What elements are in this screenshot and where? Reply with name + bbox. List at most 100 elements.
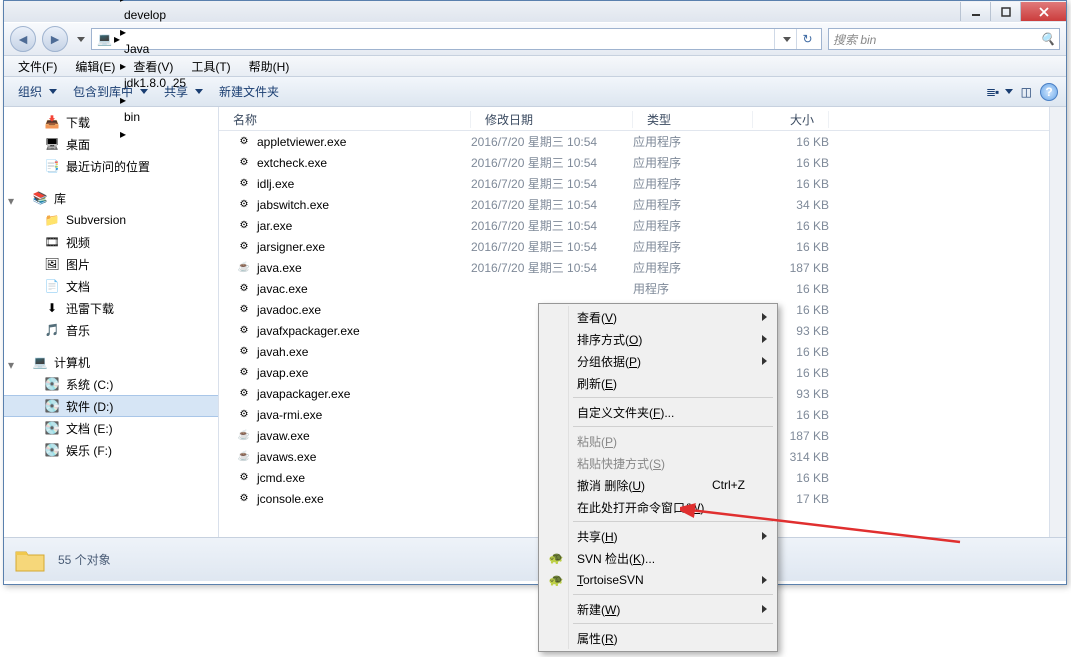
share-button[interactable]: 共享: [158, 80, 209, 103]
sidebar-item[interactable]: 📑最近访问的位置: [4, 155, 218, 177]
file-date: 2016/7/20 星期三 10:54: [471, 259, 633, 276]
address-bar[interactable]: 💻 ▸ 计算机▸软件 (D:)▸develop▸Java▸jdk1.8.0_25…: [91, 28, 822, 50]
file-row[interactable]: ⚙extcheck.exe2016/7/20 星期三 10:54应用程序16 K…: [219, 152, 1049, 173]
ctx-tortoisesvn[interactable]: 🐢TortoiseSVN: [541, 569, 775, 591]
sidebar-item[interactable]: 📁 Subversion: [4, 209, 218, 231]
sidebar-item[interactable]: 💽娱乐 (F:): [4, 439, 218, 461]
chevron-down-icon[interactable]: ▾: [8, 358, 17, 367]
minimize-button[interactable]: [960, 2, 990, 21]
sidebar-header[interactable]: ▾💻计算机: [4, 351, 218, 373]
refresh-button[interactable]: ↻: [796, 29, 818, 49]
scrollbar[interactable]: [1049, 107, 1066, 537]
column-type[interactable]: 类型: [633, 111, 753, 128]
breadcrumb-item[interactable]: develop: [120, 5, 190, 25]
ctx-svn-checkout[interactable]: 🐢SVN 检出(K)...: [541, 547, 775, 569]
file-icon: ⚙: [237, 408, 251, 422]
svn-icon: 🐢: [547, 551, 565, 565]
ctx-refresh[interactable]: 刷新(E): [541, 372, 775, 394]
body: 📥下载🖥桌面📑最近访问的位置 ▾📚库 📁 Subversion 🎞视频🖼图片📄文档⬇迅雷…: [4, 107, 1066, 537]
back-button[interactable]: ◄: [10, 26, 36, 52]
ctx-share[interactable]: 共享(H): [541, 525, 775, 547]
item-label: 文档: [66, 278, 90, 295]
file-date: 2016/7/20 星期三 10:54: [471, 238, 633, 255]
file-type: 应用程序: [633, 259, 753, 276]
chevron-right-icon: [762, 332, 767, 346]
file-icon: ⚙: [237, 387, 251, 401]
ctx-sort[interactable]: 排序方式(O): [541, 328, 775, 350]
menu-item[interactable]: 编辑(E): [67, 56, 123, 77]
sidebar-item[interactable]: 🎵音乐: [4, 319, 218, 341]
help-button[interactable]: ?: [1040, 83, 1058, 101]
file-row[interactable]: ⚙idlj.exe2016/7/20 星期三 10:54应用程序16 KB: [219, 173, 1049, 194]
sidebar-item[interactable]: ⬇迅雷下载: [4, 297, 218, 319]
nav-row: ◄ ► 💻 ▸ 计算机▸软件 (D:)▸develop▸Java▸jdk1.8.…: [4, 22, 1066, 56]
ctx-undo[interactable]: 撤消 删除(U)Ctrl+Z: [541, 474, 775, 496]
file-row[interactable]: ⚙jar.exe2016/7/20 星期三 10:54应用程序16 KB: [219, 215, 1049, 236]
chevron-right-icon[interactable]: ▸: [120, 25, 126, 39]
organize-button[interactable]: 组织: [12, 80, 63, 103]
file-row[interactable]: ⚙javac.exe用程序16 KB: [219, 278, 1049, 299]
file-name: javaw.exe: [257, 429, 310, 443]
file-date: 2016/7/20 星期三 10:54: [471, 175, 633, 192]
include-in-library-button[interactable]: 包含到库中: [67, 80, 154, 103]
sidebar-item[interactable]: 🎞视频: [4, 231, 218, 253]
file-date: 2016/7/20 星期三 10:54: [471, 133, 633, 150]
sidebar-item[interactable]: 💽软件 (D:): [4, 395, 218, 417]
menu-item[interactable]: 文件(F): [10, 56, 65, 77]
column-size[interactable]: 大小: [753, 111, 829, 128]
file-icon: ⚙: [237, 282, 251, 296]
menu-item[interactable]: 帮助(H): [241, 56, 298, 77]
chevron-down-icon[interactable]: ▾: [8, 194, 17, 203]
sidebar-item[interactable]: 🖥桌面: [4, 133, 218, 155]
chevron-right-icon[interactable]: ▸: [120, 0, 126, 5]
ctx-paste: 粘贴(P): [541, 430, 775, 452]
new-folder-button[interactable]: 新建文件夹: [213, 80, 285, 103]
file-name: jar.exe: [257, 219, 292, 233]
status-bar: 55 个对象: [4, 537, 1066, 581]
sidebar-item[interactable]: 📄文档: [4, 275, 218, 297]
file-type: 应用程序: [633, 238, 753, 255]
menu-item[interactable]: 工具(T): [183, 56, 238, 77]
file-row[interactable]: ⚙jabswitch.exe2016/7/20 星期三 10:54应用程序34 …: [219, 194, 1049, 215]
item-icon: 📁: [44, 212, 60, 228]
search-placeholder: 搜索 bin: [833, 31, 876, 48]
ctx-open-cmd[interactable]: 在此处打开命令窗口(W): [541, 496, 775, 518]
column-name[interactable]: 名称: [219, 111, 471, 128]
sidebar-item[interactable]: 💽系统 (C:): [4, 373, 218, 395]
sidebar-item[interactable]: 💽文档 (E:): [4, 417, 218, 439]
ctx-view[interactable]: 查看(V): [541, 306, 775, 328]
file-icon: ⚙: [237, 345, 251, 359]
chevron-right-icon: [762, 573, 767, 587]
file-row[interactable]: ⚙jarsigner.exe2016/7/20 星期三 10:54应用程序16 …: [219, 236, 1049, 257]
ctx-group[interactable]: 分组依据(P): [541, 350, 775, 372]
search-input[interactable]: 搜索 bin 🔍: [828, 28, 1060, 50]
item-label: 桌面: [66, 136, 90, 153]
maximize-button[interactable]: [990, 2, 1020, 21]
column-date[interactable]: 修改日期: [471, 111, 633, 128]
ctx-customize[interactable]: 自定义文件夹(F)...: [541, 401, 775, 423]
sidebar-header[interactable]: ▾📚库: [4, 187, 218, 209]
ctx-properties[interactable]: 属性(R): [541, 627, 775, 649]
address-history-button[interactable]: [774, 29, 796, 49]
item-label: Subversion: [66, 213, 126, 227]
file-name: javafxpackager.exe: [257, 324, 360, 338]
item-label: 娱乐 (F:): [66, 442, 112, 459]
ctx-new[interactable]: 新建(W): [541, 598, 775, 620]
menu-item[interactable]: 查看(V): [125, 56, 181, 77]
separator: [573, 594, 773, 595]
view-icon: ≣▪: [986, 85, 998, 99]
forward-button[interactable]: ►: [42, 26, 68, 52]
file-icon: ☕: [237, 261, 251, 275]
history-dropdown[interactable]: [77, 37, 85, 42]
file-row[interactable]: ⚙appletviewer.exe2016/7/20 星期三 10:54应用程序…: [219, 131, 1049, 152]
item-label: 系统 (C:): [66, 376, 113, 393]
preview-pane-button[interactable]: ◫: [1021, 85, 1032, 99]
file-icon: ⚙: [237, 324, 251, 338]
view-options-button[interactable]: ≣▪: [986, 85, 1013, 99]
file-row[interactable]: ☕java.exe2016/7/20 星期三 10:54应用程序187 KB: [219, 257, 1049, 278]
sidebar-item[interactable]: 🖼图片: [4, 253, 218, 275]
file-size: 16 KB: [753, 135, 829, 149]
close-button[interactable]: [1020, 2, 1066, 21]
sidebar-item[interactable]: 📥下载: [4, 111, 218, 133]
computer-icon[interactable]: 💻: [95, 29, 114, 49]
